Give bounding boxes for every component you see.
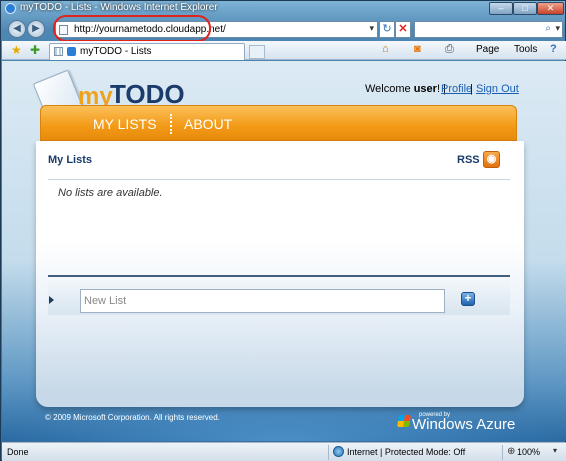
- add-favorite-icon[interactable]: ✚: [30, 43, 40, 57]
- zoom-icon[interactable]: ⊕: [507, 446, 515, 457]
- forward-button[interactable]: ▶: [27, 20, 45, 38]
- zoom-level[interactable]: 100%: [517, 447, 540, 457]
- tab-mytodo-lists[interactable]: myTODO - Lists: [49, 43, 265, 60]
- zoom-dropdown-icon[interactable]: ▾: [553, 446, 557, 455]
- status-bar: Done Internet | Protected Mode: Off ⊕ 10…: [2, 442, 566, 461]
- tab-label[interactable]: myTODO - Lists: [80, 46, 151, 57]
- zone-text[interactable]: Internet | Protected Mode: Off: [347, 447, 465, 457]
- stop-icon[interactable]: ✕: [395, 21, 411, 38]
- search-dropdown-icon[interactable]: ▾: [555, 23, 560, 34]
- search-icon[interactable]: ⌕: [545, 23, 551, 34]
- main-nav-bar: MY LISTS ABOUT: [40, 105, 517, 141]
- help-icon[interactable]: ?: [550, 43, 557, 55]
- refresh-icon[interactable]: ↻: [379, 21, 395, 38]
- nav-about[interactable]: ABOUT: [184, 116, 232, 132]
- quick-tabs-icon[interactable]: [54, 47, 63, 56]
- feeds-icon[interactable]: ◙: [414, 43, 421, 55]
- status-divider: [502, 445, 503, 460]
- divider: [48, 179, 510, 180]
- minimize-button[interactable]: –: [489, 2, 513, 15]
- status-text: Done: [7, 447, 29, 457]
- nav-my-lists[interactable]: MY LISTS: [93, 116, 157, 132]
- status-divider: [328, 445, 329, 460]
- copyright-text: © 2009 Microsoft Corporation. All rights…: [45, 413, 220, 422]
- rss-link[interactable]: RSS: [457, 154, 480, 166]
- new-tab-button[interactable]: [249, 45, 265, 59]
- web-page: my TODO Welcome user! | Profile | Sign O…: [2, 61, 566, 441]
- title-bar: myTODO - Lists - Windows Internet Explor…: [1, 1, 565, 15]
- command-bar: ★ ✚ myTODO - Lists ⌂ ◙ ⎙ Page Tools ?: [2, 41, 566, 60]
- maximize-button[interactable]: □: [513, 2, 537, 15]
- close-button[interactable]: ✕: [537, 2, 564, 15]
- empty-lists-message: No lists are available.: [58, 187, 163, 199]
- page-menu[interactable]: Page: [476, 44, 499, 55]
- favorites-star-icon[interactable]: ★: [11, 43, 22, 57]
- rss-feed-icon[interactable]: ◉: [483, 151, 500, 168]
- windows-azure-logo-icon: [397, 415, 411, 427]
- tools-menu[interactable]: Tools: [514, 44, 537, 55]
- username: user: [413, 83, 437, 95]
- back-button[interactable]: ◀: [8, 20, 26, 38]
- window-title: myTODO - Lists - Windows Internet Explor…: [20, 2, 218, 13]
- link-separator: |: [470, 83, 473, 95]
- home-icon[interactable]: ⌂: [382, 43, 389, 55]
- search-input[interactable]: ⌕ ▾: [414, 21, 563, 38]
- tab-favicon-icon: [67, 47, 76, 56]
- add-list-button[interactable]: +: [461, 292, 475, 306]
- expand-arrow-icon[interactable]: [49, 296, 54, 304]
- profile-link[interactable]: Profile: [441, 83, 472, 95]
- address-highlight-annotation: [53, 15, 211, 42]
- welcome-text: Welcome user! |: [365, 83, 446, 95]
- browser-window: myTODO - Lists - Windows Internet Explor…: [0, 0, 566, 461]
- ie-logo-icon: [5, 3, 16, 14]
- nav-divider: [170, 114, 172, 134]
- address-dropdown-icon[interactable]: ▾: [369, 23, 374, 34]
- print-icon[interactable]: ⎙: [445, 43, 454, 56]
- new-list-input[interactable]: [80, 289, 445, 313]
- lists-panel: My Lists RSS ◉ No lists are available. +: [36, 141, 524, 407]
- windows-azure-text: Windows Azure: [412, 416, 516, 433]
- internet-zone-icon[interactable]: [333, 446, 344, 457]
- panel-title: My Lists: [48, 154, 93, 166]
- signout-link[interactable]: Sign Out: [476, 83, 519, 95]
